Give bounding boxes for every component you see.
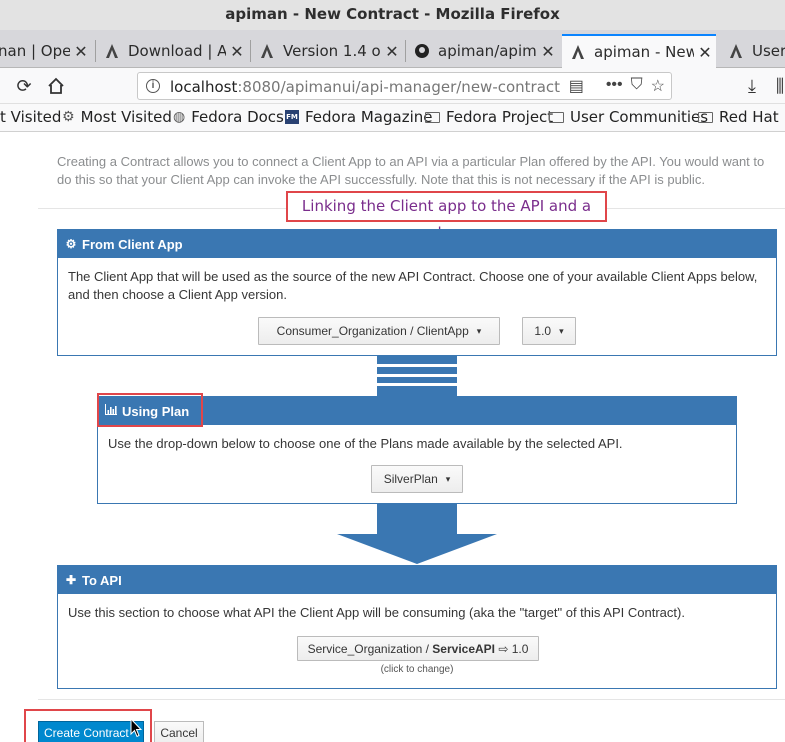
tab-strip: nan | Open ✕ Download | Ap ✕ Version 1.4… (0, 30, 785, 68)
apiman-logo-icon (730, 44, 742, 58)
click-to-change-hint: (click to change) (380, 664, 454, 675)
close-icon[interactable]: ✕ (694, 43, 716, 62)
github-icon (415, 44, 429, 58)
bookmark-fedora-project[interactable]: Fedora Project (425, 108, 553, 126)
tab-label: apiman - New (594, 43, 694, 61)
flow-connector (377, 356, 457, 364)
page-content: Creating a Contract allows you to connec… (0, 133, 785, 742)
folder-icon (425, 111, 440, 123)
client-app-version-dropdown[interactable]: 1.0 ▾ (522, 317, 576, 345)
url-text[interactable]: localhost:8080/apimanui/api-manager/new-… (170, 78, 560, 96)
apiman-logo-icon (261, 44, 273, 58)
flow-connector (377, 367, 457, 374)
close-icon[interactable]: ✕ (537, 42, 559, 61)
folder-icon (549, 111, 564, 123)
bookmark-visited[interactable]: t Visited (0, 108, 61, 126)
annotation-callout: Linking the Client app to the API and a … (286, 191, 607, 242)
tab-label: User C (752, 42, 785, 60)
library-icon[interactable]: ⫼ (768, 74, 785, 98)
divider (38, 699, 785, 700)
tab-version[interactable]: Version 1.4 of ✕ (251, 34, 403, 68)
from-client-app-title: From Client App (82, 236, 183, 252)
tab-openapi[interactable]: nan | Open ✕ (0, 34, 92, 68)
pocket-icon[interactable]: ⛉ (631, 76, 643, 96)
using-plan-text: Use the drop-down below to choose one of… (108, 436, 623, 451)
tab-label: apiman/apiman (438, 42, 537, 60)
tab-label: nan | Open (0, 42, 70, 60)
apiman-logo-icon (106, 44, 118, 58)
reader-view-icon[interactable]: ▤ (569, 76, 584, 96)
to-api-text: Use this section to choose what API the … (68, 605, 685, 620)
chevron-down-icon: ▾ (476, 325, 482, 336)
mouse-cursor-icon (130, 718, 142, 738)
from-client-app-panel: ⚙ From Client App The Client App that wi… (57, 229, 777, 356)
bookmark-star-icon[interactable]: ☆ (651, 76, 665, 96)
tab-label: Version 1.4 of (283, 42, 381, 60)
tab-label: Download | Ap (128, 42, 226, 60)
flow-connector (377, 386, 457, 396)
tab-github[interactable]: apiman/apiman ✕ (406, 34, 559, 68)
download-icon[interactable]: ⤓ (740, 74, 764, 98)
reload-icon[interactable]: ⟳ (12, 74, 36, 98)
fedora-magazine-icon: FM (285, 110, 299, 124)
close-icon[interactable]: ✕ (226, 42, 248, 61)
to-api-header: ✚ To API (58, 566, 776, 594)
tab-download[interactable]: Download | Ap ✕ (96, 34, 248, 68)
plan-dropdown[interactable]: SilverPlan ▾ (371, 465, 463, 493)
bookmark-red-hat[interactable]: Red Hat (698, 108, 779, 126)
tab-user-c[interactable]: User C (720, 34, 785, 68)
cancel-button[interactable]: Cancel (154, 721, 204, 742)
apiman-logo-icon (572, 45, 584, 59)
chevron-down-icon: ▾ (445, 473, 451, 484)
puzzle-icon: ✚ (65, 573, 77, 587)
bookmark-most-visited[interactable]: ⚙ Most Visited (62, 108, 172, 126)
flow-arrow-icon (337, 504, 497, 564)
globe-icon: ◍ (173, 109, 186, 125)
home-icon[interactable] (44, 74, 68, 98)
bookmarks-toolbar: t Visited ⚙ Most Visited ◍ Fedora Docs FM F… (0, 104, 785, 132)
flow-connector (377, 377, 457, 383)
url-bar[interactable]: i localhost:8080/apimanui/api-manager/ne… (137, 72, 672, 100)
navigation-toolbar: ⟳ i localhost:8080/apimanui/api-manager/… (0, 68, 785, 104)
bookmark-fedora-docs[interactable]: ◍ Fedora Docs (173, 108, 284, 126)
tab-new-contract[interactable]: apiman - New ✕ (562, 34, 716, 68)
page-actions-icon[interactable]: ••• (606, 76, 623, 96)
api-selector-button[interactable]: Service_Organization / ServiceAPI ⇨ 1.0 (297, 636, 539, 661)
window-title: apiman - New Contract - Mozilla Firefox (0, 0, 785, 30)
client-app-dropdown[interactable]: Consumer_Organization / ClientApp ▾ (258, 317, 500, 345)
info-icon[interactable]: i (146, 79, 160, 93)
from-client-app-header: ⚙ From Client App (58, 230, 776, 258)
bookmark-user-communities[interactable]: User Communities (549, 108, 708, 126)
folder-icon (698, 111, 713, 123)
gear-icon: ⚙ (62, 109, 75, 125)
chevron-down-icon: ▾ (559, 325, 564, 336)
contract-description: Creating a Contract allows you to connec… (57, 154, 765, 187)
using-plan-highlight (97, 393, 203, 427)
from-client-app-text: The Client App that will be used as the … (68, 269, 758, 302)
close-icon[interactable]: ✕ (70, 42, 92, 61)
close-icon[interactable]: ✕ (381, 42, 403, 61)
to-api-title: To API (82, 572, 122, 588)
cogs-icon: ⚙ (65, 237, 77, 251)
bookmark-fedora-magazine[interactable]: FM Fedora Magazine (285, 108, 433, 126)
